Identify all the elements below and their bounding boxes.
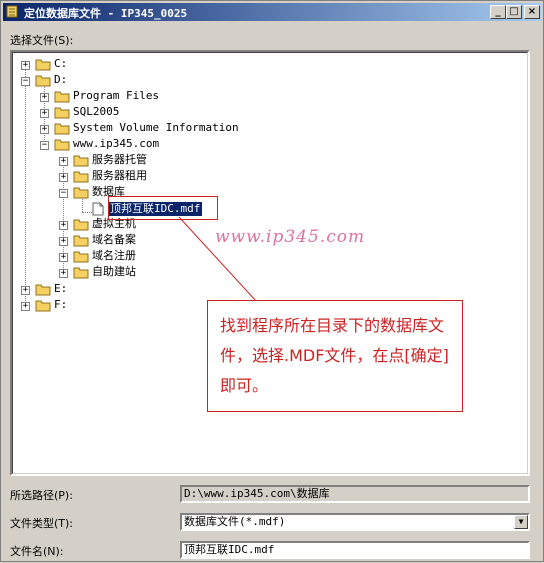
folder-icon [54, 107, 70, 119]
file-icon [92, 202, 104, 216]
expand-icon[interactable]: + [40, 125, 49, 134]
path-label: 所选路径(P): [10, 489, 73, 502]
watermark-text: www.ip345.com [215, 227, 366, 247]
file-name-label: 文件名(N): [10, 545, 64, 558]
tree-node-label: 自助建站 [92, 265, 136, 278]
tree-node-ip345[interactable]: − www.ip345.com [13, 137, 273, 153]
tree-node-label: C: [54, 57, 68, 70]
file-type-label: 文件类型(T): [10, 517, 74, 530]
file-type-value: 数据库文件(*.mdf) [184, 515, 286, 528]
folder-icon [73, 155, 89, 167]
close-button[interactable]: × [524, 5, 540, 19]
expand-icon[interactable]: + [59, 237, 68, 246]
file-type-select[interactable]: 数据库文件(*.mdf) ▼ [180, 513, 530, 531]
chevron-down-icon[interactable]: ▼ [514, 515, 528, 529]
expand-icon[interactable]: + [21, 302, 30, 311]
tree-node-program-files[interactable]: + Program Files [13, 89, 273, 105]
tree-node-label: 服务器托管 [92, 153, 147, 166]
folder-icon [73, 219, 89, 231]
database-icon [6, 5, 18, 18]
folder-icon [54, 123, 70, 135]
tree-node-label: Program Files [73, 89, 160, 102]
tree-node-rental[interactable]: + 服务器租用 [13, 169, 273, 185]
expand-icon[interactable]: + [21, 286, 30, 295]
minimize-button[interactable]: _ [490, 5, 506, 19]
folder-icon [35, 300, 51, 312]
tree-node-sql2005[interactable]: + SQL2005 [13, 105, 273, 121]
instruction-callout: 找到程序所在目录下的数据库文件，选择.MDF文件，在点[确定]即可。 [207, 300, 463, 412]
tree-node-f-drive[interactable]: + F: [13, 298, 213, 314]
expand-icon[interactable]: + [40, 109, 49, 118]
collapse-icon[interactable]: − [59, 189, 68, 198]
collapse-icon[interactable]: − [40, 141, 49, 150]
folder-icon [54, 139, 70, 151]
folder-icon [73, 171, 89, 183]
folder-icon [35, 59, 51, 71]
folder-icon [73, 251, 89, 263]
file-tree[interactable]: + C: − D: + Program Files + SQL2005 + Sy… [10, 50, 530, 476]
window-title: 定位数据库文件 - IP345_0025 [24, 7, 188, 20]
tree-node-system-volume[interactable]: + System Volume Information [13, 121, 313, 137]
folder-icon [73, 187, 89, 199]
path-field: D:\www.ip345.com\数据库 [180, 485, 530, 503]
maximize-button[interactable]: □ [506, 5, 522, 19]
folder-icon [35, 75, 51, 87]
tree-node-label: D: [54, 73, 68, 86]
tree-node-label: E: [54, 282, 68, 295]
tree-node-label: 域名备案 [92, 233, 136, 246]
expand-icon[interactable]: + [59, 221, 68, 230]
folder-icon [73, 235, 89, 247]
tree-node-label: System Volume Information [73, 121, 239, 134]
expand-icon[interactable]: + [59, 157, 68, 166]
tree-node-domain-register[interactable]: + 域名注册 [13, 249, 273, 265]
tree-node-label: SQL2005 [73, 105, 120, 118]
highlight-box [108, 196, 218, 220]
expand-icon[interactable]: + [59, 269, 68, 278]
locate-database-dialog: 定位数据库文件 - IP345_0025 _ □ × 选择文件(S): + C:… [0, 0, 544, 562]
tree-node-e-drive[interactable]: + E: [13, 282, 213, 298]
title-bar[interactable]: 定位数据库文件 - IP345_0025 _ □ × [3, 3, 541, 21]
expand-icon[interactable]: + [59, 253, 68, 262]
tree-node-hosting[interactable]: + 服务器托管 [13, 153, 273, 169]
tree-node-self-build[interactable]: + 自助建站 [13, 265, 273, 281]
tree-node-d-drive[interactable]: − D: [13, 73, 213, 89]
tree-node-label: www.ip345.com [73, 137, 160, 150]
folder-icon [35, 284, 51, 296]
expand-icon[interactable]: + [40, 93, 49, 102]
tree-node-c-drive[interactable]: + C: [13, 57, 213, 73]
collapse-icon[interactable]: − [21, 77, 30, 86]
tree-node-label: F: [54, 298, 68, 311]
select-file-label: 选择文件(S): [10, 34, 74, 47]
file-name-input[interactable]: 顶邦互联IDC.mdf [180, 541, 530, 559]
expand-icon[interactable]: + [21, 61, 30, 70]
tree-node-label: 服务器租用 [92, 169, 147, 182]
tree-node-label: 域名注册 [92, 249, 136, 262]
folder-icon [73, 267, 89, 279]
expand-icon[interactable]: + [59, 173, 68, 182]
folder-icon [54, 91, 70, 103]
